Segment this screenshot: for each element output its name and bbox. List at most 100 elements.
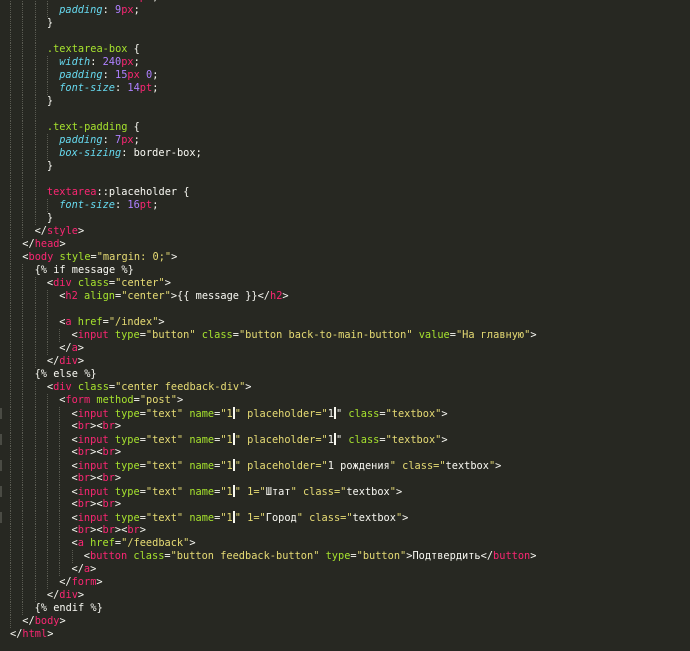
code-line-text: </head> <box>22 238 66 250</box>
indent-guide <box>59 537 61 550</box>
code-line-text: box-sizing: border-box; <box>59 147 202 159</box>
indent-guide <box>10 576 11 589</box>
indent-guide <box>71 550 73 563</box>
indent-guide <box>10 615 11 628</box>
indent-guide <box>22 420 24 433</box>
indent-guide <box>34 498 36 511</box>
code-line-text: </a> <box>59 342 84 354</box>
code-line-text: </div> <box>46 589 85 601</box>
indent-guide <box>10 264 11 277</box>
indent-guide <box>46 134 48 147</box>
indent-guide <box>22 186 24 199</box>
indent-guide <box>10 4 11 17</box>
code-line-text: <br><br> <box>71 472 122 484</box>
gutter-marker <box>0 486 2 497</box>
indent-guide <box>34 186 36 199</box>
indent-guide <box>59 329 61 342</box>
indent-guide <box>10 277 11 290</box>
indent-guide <box>34 4 36 17</box>
indent-guide <box>34 160 36 173</box>
indent-guide <box>22 433 24 446</box>
indent-guide <box>10 186 11 199</box>
indent-guide <box>59 446 61 459</box>
indent-guide <box>22 342 24 355</box>
code-line-text: <div class="center"> <box>46 277 171 289</box>
indent-guide <box>10 498 11 511</box>
indent-guide <box>22 485 24 498</box>
indent-guide <box>10 212 11 225</box>
code-line-text: font-size: 16pt; <box>59 199 159 211</box>
indent-guide <box>22 381 24 394</box>
code-line-text: } <box>46 17 54 29</box>
indent-guide <box>10 602 11 615</box>
gutter-marker <box>0 408 2 419</box>
code-line-text: <input type="text" name="1 " placeholder=… <box>71 407 448 420</box>
indent-guide <box>59 550 61 563</box>
indent-guide <box>10 69 11 82</box>
indent-guide <box>22 550 24 563</box>
indent-guide <box>46 511 48 524</box>
indent-guide <box>46 56 48 69</box>
indent-guide <box>46 394 48 407</box>
indent-guide <box>34 446 36 459</box>
code-line-text: .textarea-box { <box>46 43 140 55</box>
indent-guide <box>10 537 11 550</box>
indent-guide <box>10 225 11 238</box>
code-line-text: } <box>46 212 54 224</box>
code-line-text: } <box>46 95 54 107</box>
indent-guide <box>10 563 11 576</box>
indent-guide <box>10 303 11 316</box>
indent-guide <box>10 472 11 485</box>
indent-guide <box>46 290 48 303</box>
indent-guide <box>22 602 24 615</box>
indent-guide <box>10 108 11 121</box>
indent-guide <box>10 82 11 95</box>
code-line-text: font-size: 14pt; <box>59 82 159 94</box>
indent-guide <box>34 17 36 30</box>
indent-guide <box>34 134 36 147</box>
indent-guide <box>22 316 24 329</box>
code-line-text: <br><br><br> <box>71 524 146 536</box>
indent-guide <box>59 511 61 524</box>
indent-guide <box>46 472 48 485</box>
indent-guide <box>34 303 36 316</box>
indent-guide <box>34 69 36 82</box>
code-line-text: <br><br> <box>71 446 122 458</box>
indent-guide <box>46 498 48 511</box>
indent-guide <box>34 472 36 485</box>
code-line-text: <a href="/feedback"> <box>71 537 196 549</box>
indent-guide <box>22 355 24 368</box>
indent-guide <box>10 355 11 368</box>
indent-guide <box>34 524 36 537</box>
code-line-text: <div class="center feedback-div"> <box>46 381 252 393</box>
indent-guide <box>46 485 48 498</box>
indent-guide <box>22 56 24 69</box>
gutter-marker <box>0 434 2 445</box>
indent-guide <box>46 563 48 576</box>
indent-guide <box>34 316 36 329</box>
indent-guide <box>46 524 48 537</box>
indent-guide <box>34 30 36 43</box>
gutter-marker <box>0 460 2 471</box>
code-line-text: <input type="text" name="1 " 1="Город" cl… <box>71 511 409 524</box>
indent-guide <box>34 277 36 290</box>
indent-guide <box>10 433 11 446</box>
code-line-text: <h2 align="center">{{ message }}</h2> <box>59 290 289 302</box>
indent-guide <box>10 407 11 420</box>
code-line-text: width: 240px; <box>59 56 140 68</box>
code-line-text: <input type="text" name="1 " placeholder=… <box>71 459 502 472</box>
indent-guide <box>46 303 48 316</box>
indent-guide <box>22 368 24 381</box>
indent-guide <box>10 160 11 173</box>
code-line-text: <input type="text" name="1 " 1="Штат" cla… <box>71 485 403 498</box>
indent-guide <box>46 329 48 342</box>
indent-guide <box>10 550 11 563</box>
indent-guide <box>34 342 36 355</box>
indent-guide <box>10 446 11 459</box>
indent-guide <box>22 30 24 43</box>
indent-guide <box>46 576 48 589</box>
indent-guide <box>59 498 61 511</box>
code-editor[interactable]: font-size: 14pt; padding: 9px;} .textarea-… <box>0 0 690 651</box>
text-cursor <box>232 459 235 471</box>
indent-guide <box>46 342 48 355</box>
